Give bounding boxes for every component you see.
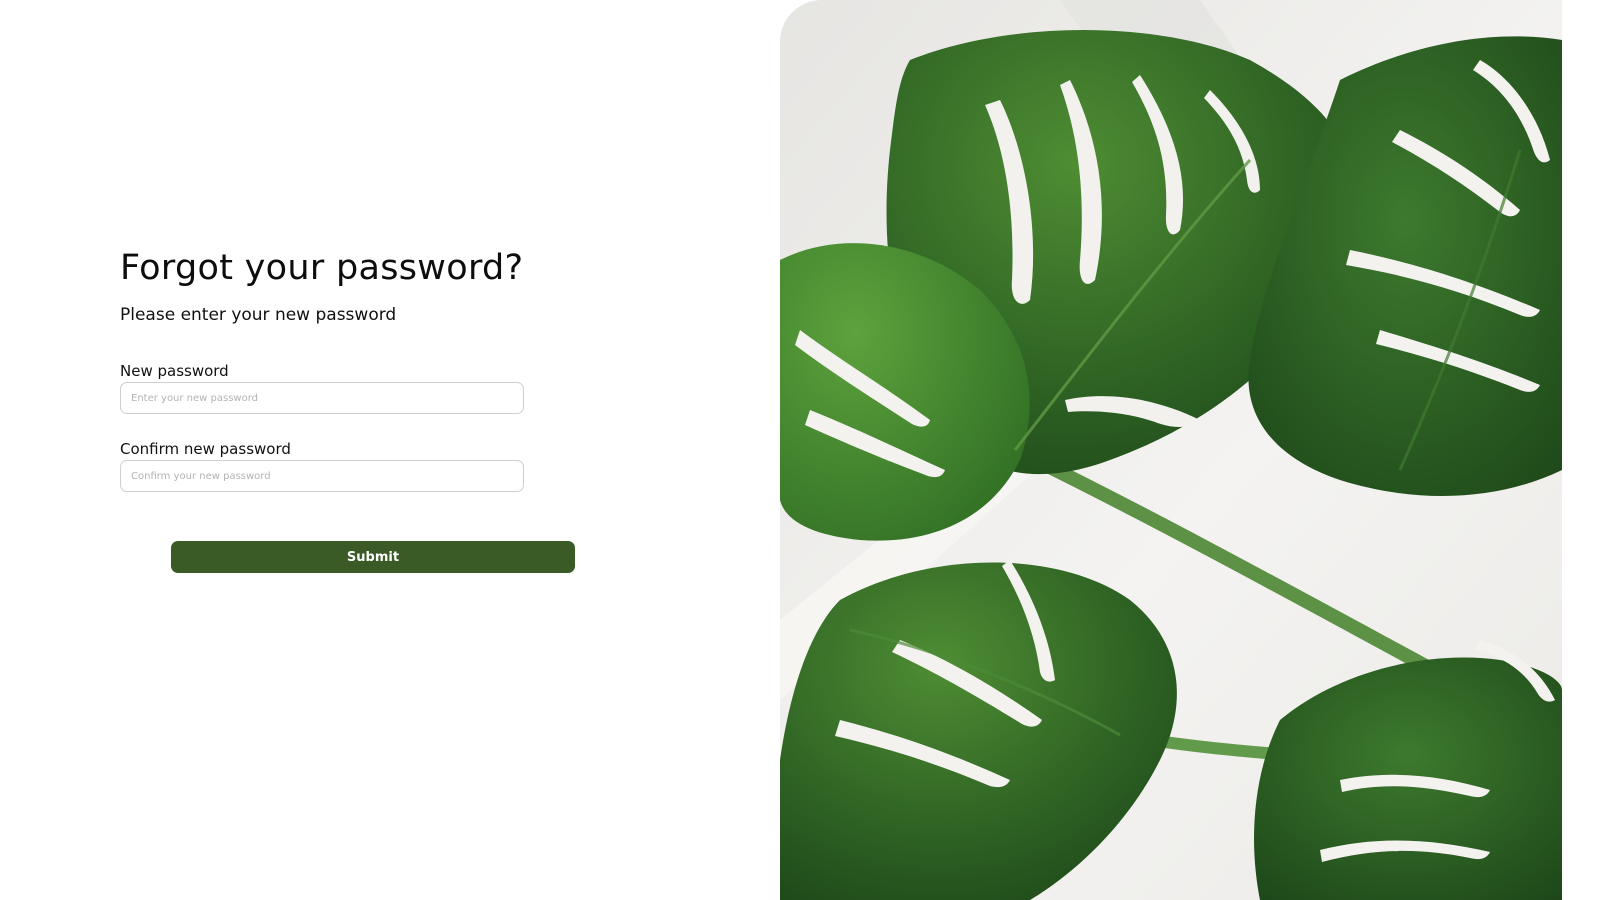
new-password-input[interactable]: [120, 382, 524, 414]
submit-button[interactable]: Submit: [171, 541, 575, 573]
new-password-label: New password: [120, 362, 229, 380]
page-title: Forgot your password?: [120, 248, 524, 288]
monstera-photo: [780, 0, 1562, 900]
confirm-password-label: Confirm new password: [120, 440, 291, 458]
page-subtitle: Please enter your new password: [120, 305, 397, 325]
confirm-password-input[interactable]: [120, 460, 524, 492]
monstera-leaves-illustration: [780, 0, 1562, 900]
forgot-password-page: Forgot your password? Please enter your …: [0, 0, 1600, 900]
form-panel: Forgot your password? Please enter your …: [0, 0, 780, 900]
